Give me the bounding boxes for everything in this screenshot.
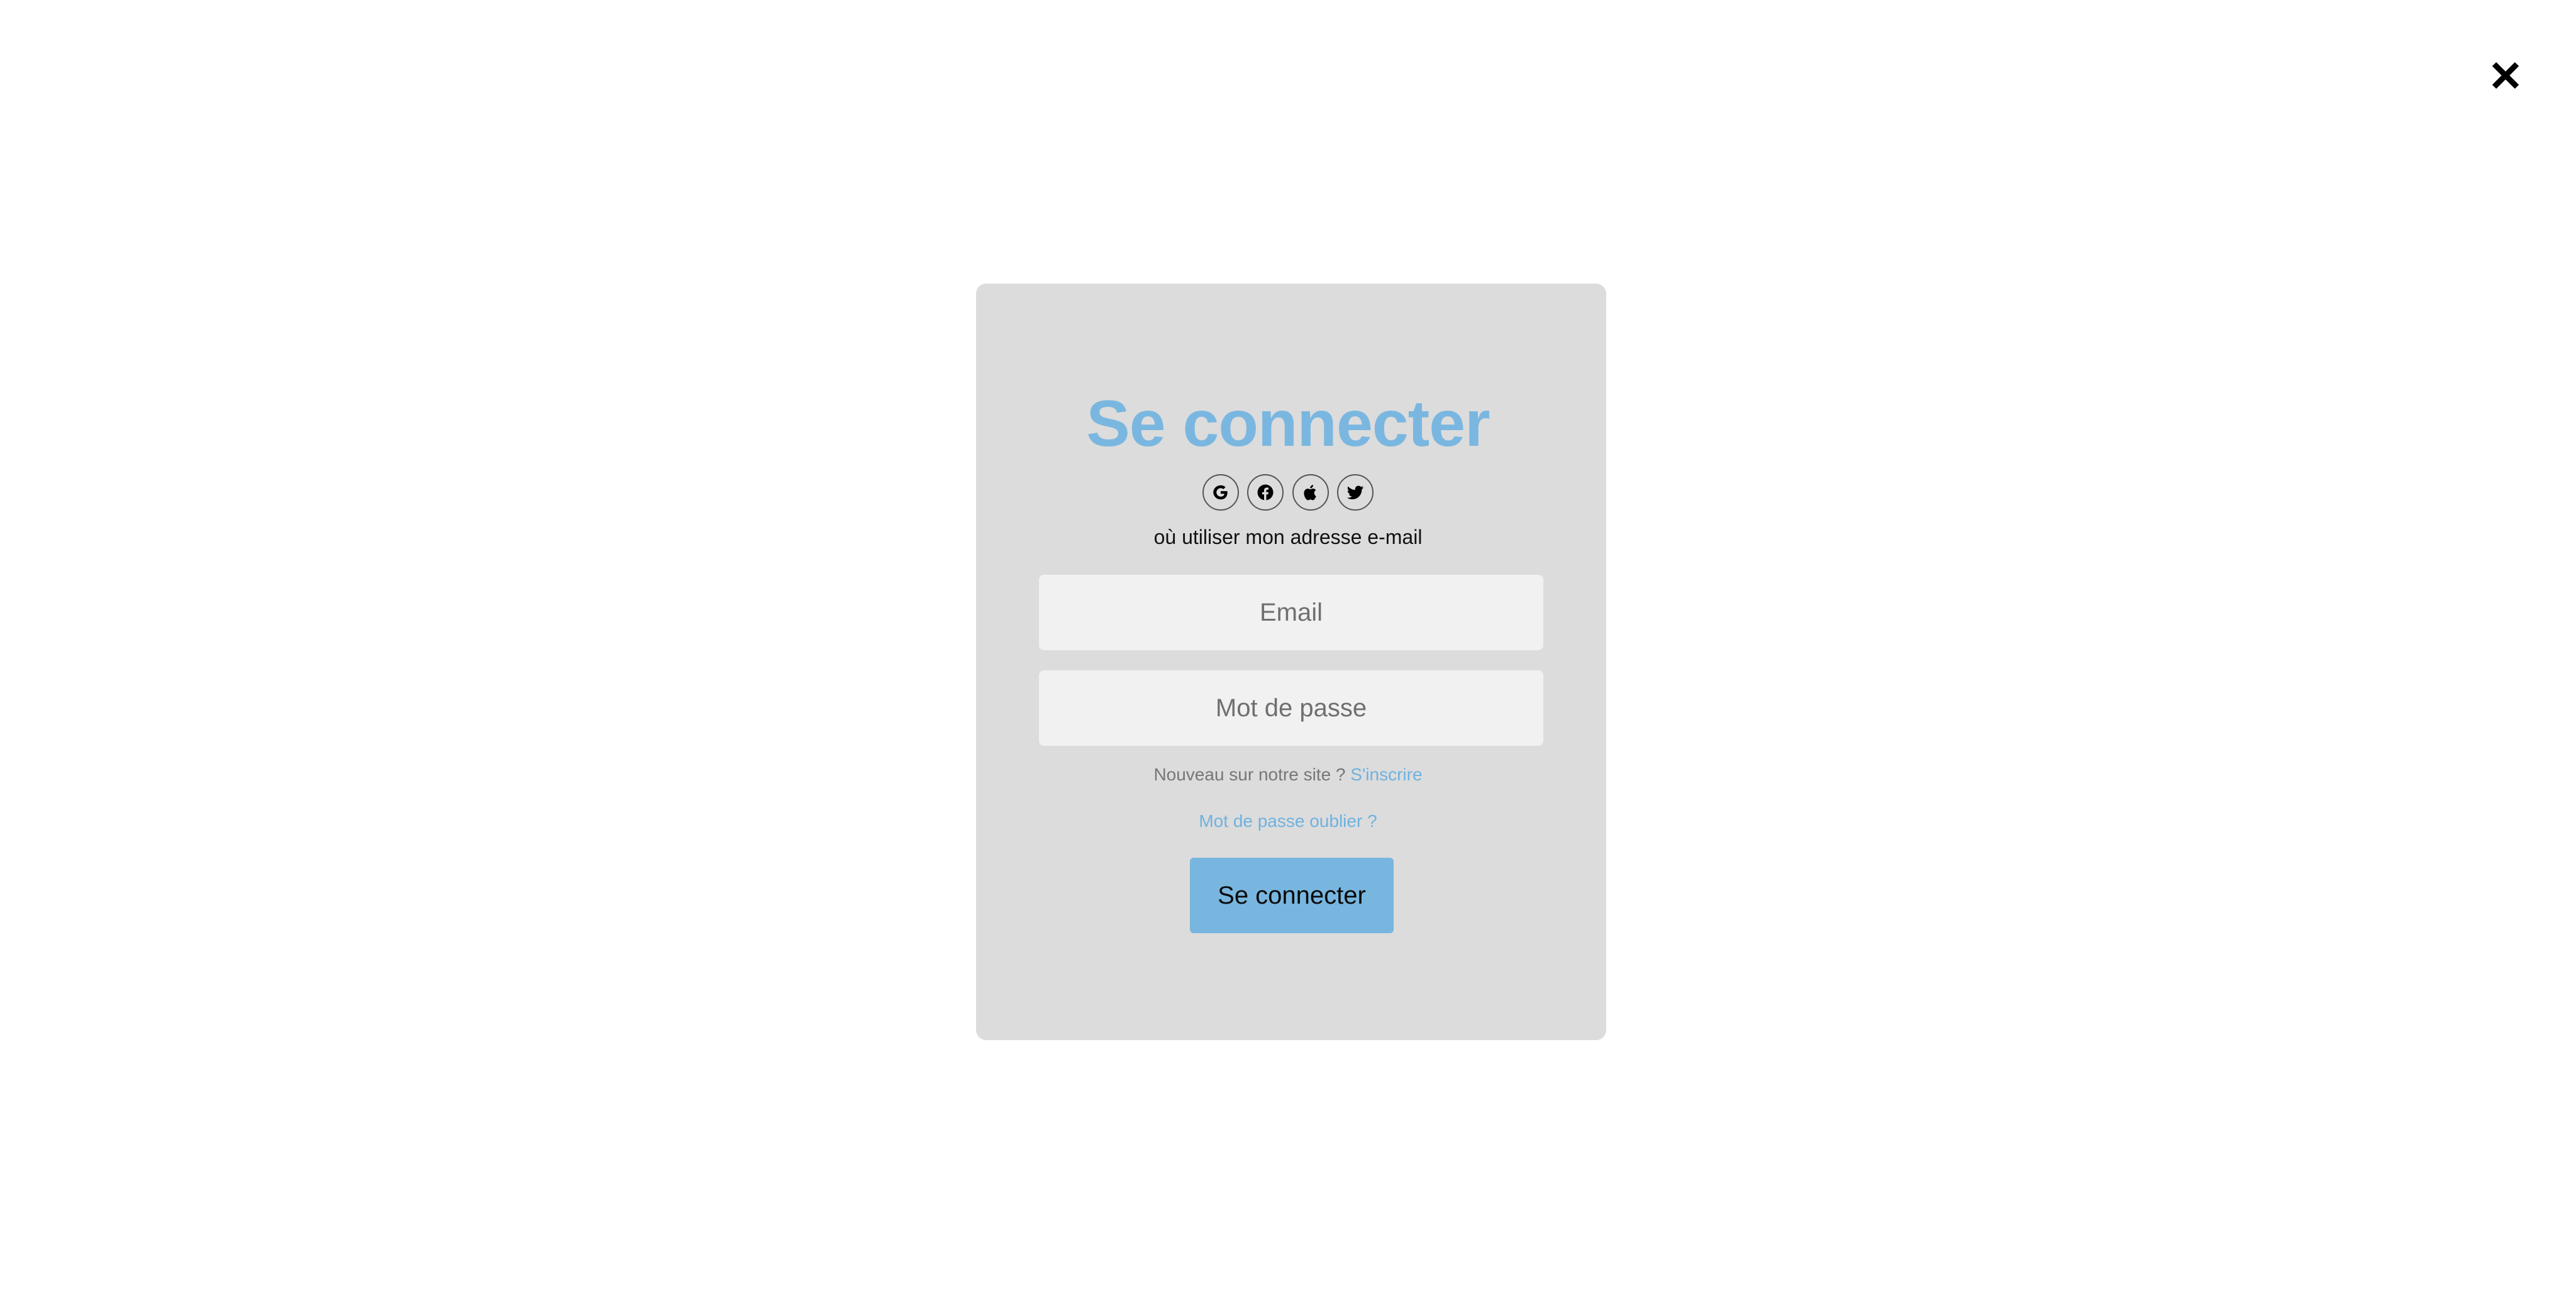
email-field[interactable] — [1039, 575, 1543, 650]
apple-login-button[interactable] — [1292, 474, 1329, 511]
twitter-login-button[interactable] — [1336, 474, 1374, 511]
close-icon — [2492, 62, 2519, 89]
password-field[interactable] — [1039, 670, 1543, 746]
facebook-login-button[interactable] — [1247, 474, 1284, 511]
signup-prompt-text: Nouveau sur notre site ? — [1153, 765, 1346, 784]
google-login-button[interactable] — [1202, 474, 1239, 511]
email-option-text: où utiliser mon adresse e-mail — [1153, 526, 1423, 548]
login-submit-button[interactable]: Se connecter — [1190, 858, 1394, 933]
google-icon — [1213, 485, 1228, 500]
apple-icon — [1304, 485, 1316, 501]
signup-link[interactable]: S'inscrire — [1350, 765, 1422, 784]
twitter-icon — [1346, 485, 1364, 499]
forgot-password-row: Mot de passe oublier ? — [0, 810, 2576, 833]
signup-prompt: Nouveau sur notre site ? S'inscrire — [0, 763, 2576, 786]
social-login-row — [1202, 474, 1374, 513]
forgot-password-link[interactable]: Mot de passe oublier ? — [1199, 811, 1377, 831]
login-title: Se connecter — [1086, 387, 1490, 460]
facebook-icon — [1257, 484, 1274, 501]
close-button[interactable] — [2488, 58, 2523, 93]
